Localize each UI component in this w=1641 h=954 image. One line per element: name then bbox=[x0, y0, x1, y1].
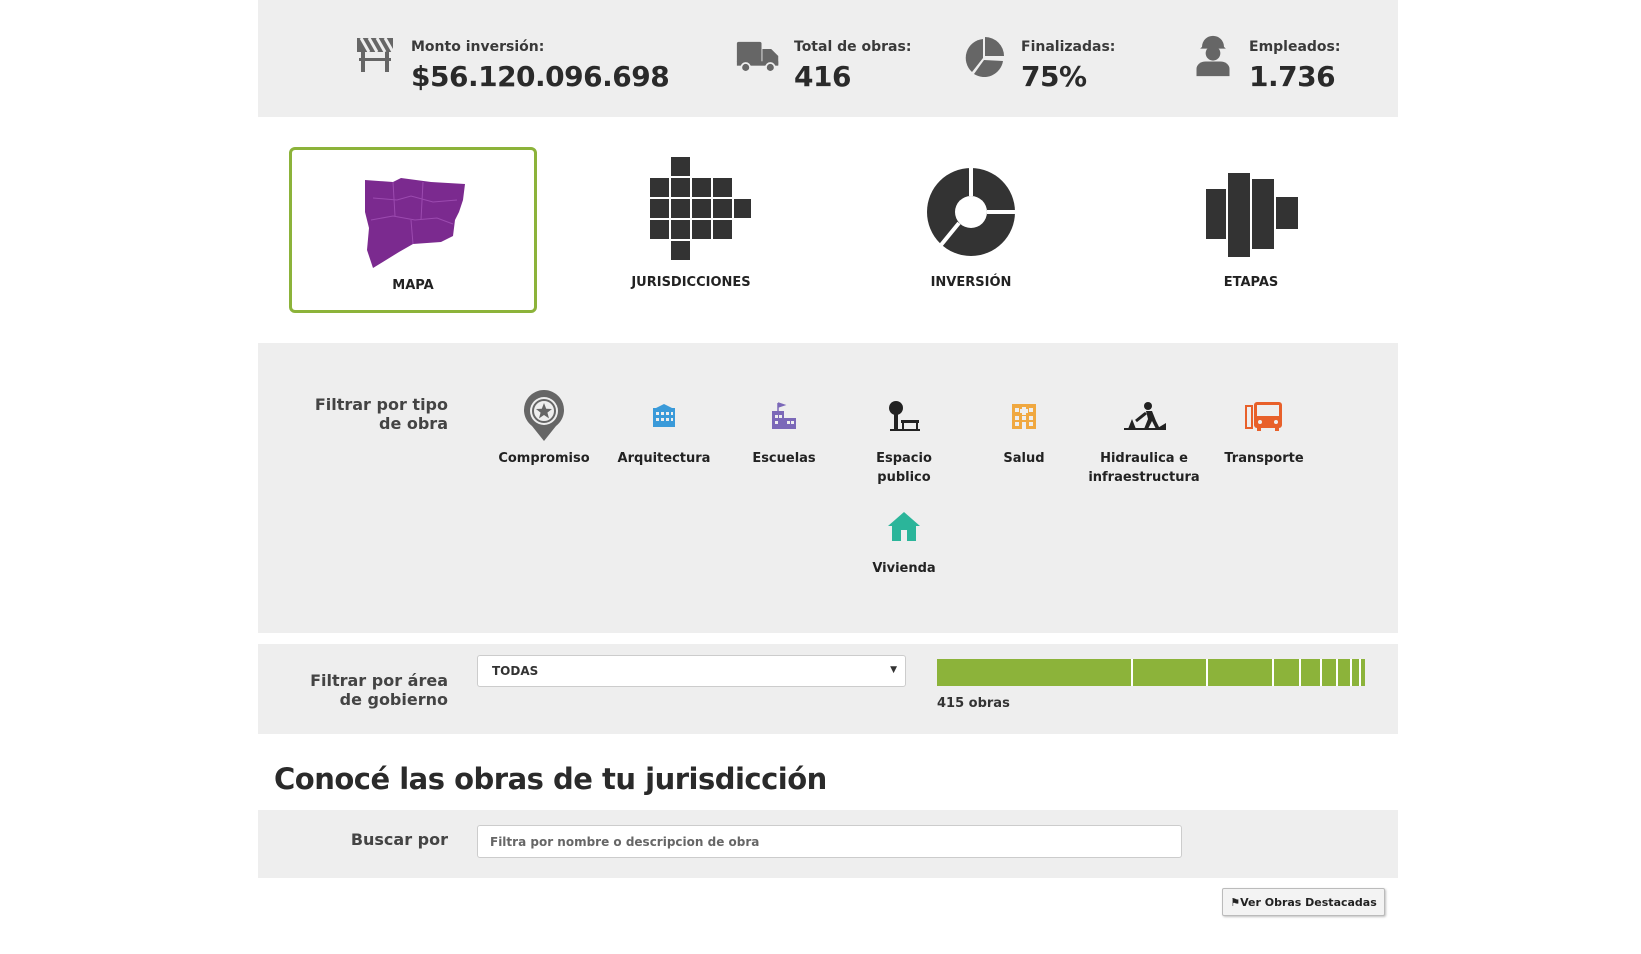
search-input[interactable] bbox=[477, 825, 1182, 858]
stat-label: Total de obras: bbox=[794, 39, 912, 55]
ver-destacadas-button[interactable]: ⚑ Ver Obras Destacadas bbox=[1222, 888, 1385, 916]
search-label: Buscar por bbox=[350, 830, 448, 849]
type-vivienda[interactable]: Vivienda bbox=[844, 501, 964, 578]
title-line: Filtrar por área bbox=[310, 671, 448, 690]
area-select-value: TODAS bbox=[492, 664, 539, 678]
stats-bar: Monto inversión: $56.120.096.698 Total d… bbox=[258, 0, 1398, 117]
label-line: Espacio bbox=[876, 451, 932, 466]
hospital-icon bbox=[1012, 404, 1036, 429]
stat-value: 416 bbox=[794, 60, 851, 93]
bar-segment[interactable] bbox=[1301, 659, 1322, 686]
bus-icon bbox=[1245, 402, 1282, 431]
pie-chart-icon bbox=[965, 37, 1004, 77]
map-icon bbox=[365, 178, 465, 268]
grid-blocks-icon bbox=[650, 157, 751, 260]
label-line: Vivienda bbox=[872, 561, 936, 576]
worker-icon bbox=[1196, 35, 1230, 77]
label-line: Escuelas bbox=[752, 451, 816, 466]
bar-segment[interactable] bbox=[1208, 659, 1274, 686]
tab-label: ETAPAS bbox=[1223, 275, 1279, 290]
bar-segment[interactable] bbox=[1338, 659, 1352, 686]
tab-label: MAPA bbox=[392, 278, 434, 293]
type-label: Compromiso bbox=[484, 449, 604, 468]
label-line: infraestructura bbox=[1088, 470, 1200, 485]
type-filter-title: Filtrar por tipo de obra bbox=[278, 395, 448, 433]
label-line: Arquitectura bbox=[617, 451, 711, 466]
bar-segment[interactable] bbox=[1322, 659, 1338, 686]
house-icon bbox=[888, 512, 920, 541]
stat-label: Monto inversión: bbox=[411, 39, 545, 55]
stat-label: Finalizadas: bbox=[1021, 39, 1116, 55]
park-bench-icon bbox=[889, 401, 920, 431]
area-filter-panel: Filtrar por área de gobierno TODAS ▼ 415… bbox=[258, 644, 1398, 734]
label-line: Hidraulica e bbox=[1100, 451, 1188, 466]
area-filter-title: Filtrar por área de gobierno bbox=[278, 671, 448, 709]
tab-inversion[interactable]: INVERSIÓN bbox=[847, 147, 1095, 313]
building-icon bbox=[653, 404, 675, 427]
view-selector: MAPA JURISDICCIONES INVERSIÓN ETAPAS bbox=[258, 117, 1398, 343]
stat-value: 75% bbox=[1021, 60, 1087, 93]
bar-segment[interactable] bbox=[937, 659, 1133, 686]
type-escuelas[interactable]: Escuelas bbox=[724, 391, 844, 468]
tab-etapas[interactable]: ETAPAS bbox=[1127, 147, 1375, 313]
star-pin-icon bbox=[524, 390, 564, 441]
chevron-down-icon: ▼ bbox=[890, 665, 897, 675]
title-line: de gobierno bbox=[339, 690, 448, 709]
tab-mapa[interactable]: MAPA bbox=[289, 147, 537, 313]
bar-segment[interactable] bbox=[1352, 659, 1361, 686]
label-line: Transporte bbox=[1224, 451, 1304, 466]
type-filter-panel: Filtrar por tipo de obra Compromiso Arqu… bbox=[258, 343, 1398, 633]
title-line: Filtrar por tipo bbox=[314, 395, 448, 414]
type-arquitectura[interactable]: Arquitectura bbox=[604, 391, 724, 468]
type-label: Hidraulica e infraestructura bbox=[1080, 449, 1208, 487]
type-transporte[interactable]: Transporte bbox=[1204, 391, 1324, 468]
area-distribution-bar[interactable] bbox=[937, 659, 1365, 686]
truck-icon bbox=[736, 41, 779, 73]
bar-segment[interactable] bbox=[1274, 659, 1301, 686]
type-hidraulica[interactable]: Hidraulica e infraestructura bbox=[1080, 391, 1208, 487]
type-label: Arquitectura bbox=[604, 449, 724, 468]
road-barrier-icon bbox=[357, 37, 395, 72]
stat-value: 1.736 bbox=[1249, 60, 1336, 93]
button-label: Ver Obras Destacadas bbox=[1240, 895, 1377, 909]
bars-icon bbox=[1206, 173, 1298, 257]
area-select[interactable]: TODAS ▼ bbox=[477, 655, 906, 687]
tab-jurisdicciones[interactable]: JURISDICCIONES bbox=[567, 147, 815, 313]
type-espacio-publico[interactable]: Espacio publico bbox=[844, 391, 964, 487]
type-label: Escuelas bbox=[724, 449, 844, 468]
road-work-icon bbox=[1124, 402, 1166, 430]
type-label: Vivienda bbox=[844, 559, 964, 578]
type-label: Salud bbox=[964, 449, 1084, 468]
label-line: Compromiso bbox=[498, 451, 590, 466]
label-line: publico bbox=[877, 470, 931, 485]
type-label: Transporte bbox=[1204, 449, 1324, 468]
tab-label: JURISDICCIONES bbox=[631, 275, 751, 290]
donut-chart-icon bbox=[927, 168, 1015, 256]
type-salud[interactable]: Salud bbox=[964, 391, 1084, 468]
stat-label: Empleados: bbox=[1249, 39, 1341, 55]
tab-label: INVERSIÓN bbox=[930, 275, 1012, 290]
stat-value: $56.120.096.698 bbox=[411, 60, 670, 93]
page-title: Conocé las obras de tu jurisdicción bbox=[274, 762, 827, 796]
obras-count: 415 obras bbox=[937, 696, 1010, 711]
school-icon bbox=[772, 402, 796, 429]
title-line: de obra bbox=[378, 414, 448, 433]
label-line: Salud bbox=[1003, 451, 1045, 466]
type-label: Espacio publico bbox=[844, 449, 964, 487]
search-panel: Buscar por bbox=[258, 810, 1398, 878]
bar-segment[interactable] bbox=[1133, 659, 1208, 686]
flag-icon: ⚑ bbox=[1230, 895, 1241, 909]
type-compromiso[interactable]: Compromiso bbox=[484, 390, 604, 468]
bar-segment[interactable] bbox=[1361, 659, 1365, 686]
